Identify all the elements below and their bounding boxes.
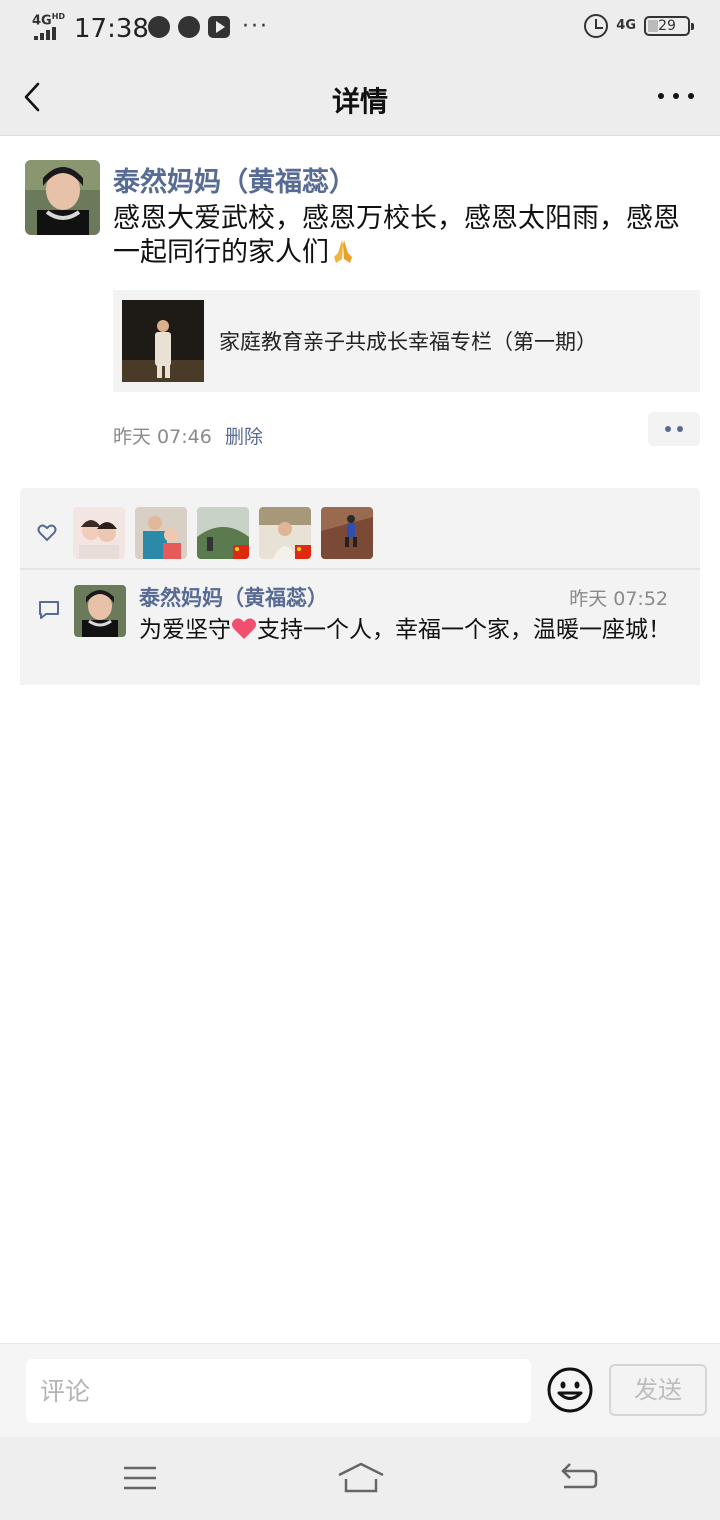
- app-notification-icon: [178, 16, 200, 38]
- comment-timestamp: 昨天 07:52: [569, 588, 668, 610]
- post-timestamp: 昨天 07:46: [113, 426, 212, 448]
- liker-avatar[interactable]: [73, 507, 125, 559]
- comments-panel: 泰然妈妈（黄福蕊） 昨天 07:52 为爱坚守 支持一个人，幸福一个家，温暖一座城…: [20, 570, 700, 685]
- smiley-face-icon: [547, 1367, 593, 1413]
- system-navigation-bar: [0, 1437, 720, 1520]
- likes-panel: [20, 488, 700, 568]
- liker-avatar[interactable]: [135, 507, 187, 559]
- red-heart-icon: [232, 618, 256, 639]
- signal-icon: 4GHD: [30, 12, 66, 42]
- video-notification-icon: [208, 16, 230, 38]
- system-back-button[interactable]: [558, 1459, 602, 1499]
- link-thumbnail: [122, 300, 204, 382]
- liker-avatar[interactable]: [321, 507, 373, 559]
- post-author-name[interactable]: 泰然妈妈（黄福蕊）: [113, 160, 356, 199]
- liker-avatar[interactable]: [197, 507, 249, 559]
- status-bar: 4GHD 17:38 ··· 4G 29: [0, 0, 720, 58]
- more-notifications-icon: ···: [242, 14, 269, 39]
- comment-text-end: 支持一个人，幸福一个家，温暖一座城！: [257, 617, 671, 643]
- cellular-4g-icon: 4G: [616, 18, 636, 33]
- home-button[interactable]: [336, 1459, 386, 1499]
- home-icon: [338, 1462, 384, 1493]
- praying-hands-icon: [334, 240, 352, 263]
- menu-button[interactable]: [118, 1459, 162, 1499]
- more-options-button[interactable]: [658, 84, 694, 108]
- comment-text-start: 为爱坚守: [139, 617, 231, 643]
- battery-icon: 29: [644, 16, 694, 36]
- network-type: 4G: [32, 13, 52, 29]
- comment-input-bar: 发送: [0, 1343, 720, 1437]
- page-title: 详情: [331, 85, 388, 118]
- heart-outline-icon: [37, 524, 57, 542]
- send-button[interactable]: 发送: [609, 1364, 707, 1416]
- link-title: 家庭教育亲子共成长幸福专栏（第一期）: [219, 330, 597, 354]
- comment-bubble-icon: [39, 601, 59, 619]
- emoji-button[interactable]: [546, 1366, 594, 1414]
- alarm-icon: [584, 14, 609, 38]
- post-text-content: 感恩大爱武校，感恩万校长，感恩太阳雨，感恩一起同行的家人们: [113, 203, 680, 268]
- comment-author-avatar[interactable]: [74, 585, 126, 637]
- nav-bar: 详情: [0, 58, 720, 136]
- network-hd: HD: [51, 12, 66, 21]
- weather-icon: [148, 16, 170, 38]
- post-text: 感恩大爱武校，感恩万校长，感恩太阳雨，感恩一起同行的家人们: [113, 202, 705, 270]
- comment-author-name[interactable]: 泰然妈妈（黄福蕊）: [139, 582, 328, 612]
- post-author-avatar[interactable]: [25, 160, 100, 235]
- return-arrow-icon: [561, 1463, 598, 1489]
- delete-button[interactable]: 删除: [225, 422, 263, 449]
- like-comment-menu-button[interactable]: [648, 412, 700, 446]
- hamburger-menu-icon: [124, 1466, 156, 1490]
- comment-text: 为爱坚守 支持一个人，幸福一个家，温暖一座城！: [139, 616, 684, 645]
- comment-input[interactable]: [26, 1359, 531, 1423]
- liker-avatar[interactable]: [259, 507, 311, 559]
- status-time: 17:38: [74, 14, 149, 44]
- battery-level: 29: [658, 18, 676, 34]
- shared-link-card[interactable]: 家庭教育亲子共成长幸福专栏（第一期）: [113, 290, 700, 392]
